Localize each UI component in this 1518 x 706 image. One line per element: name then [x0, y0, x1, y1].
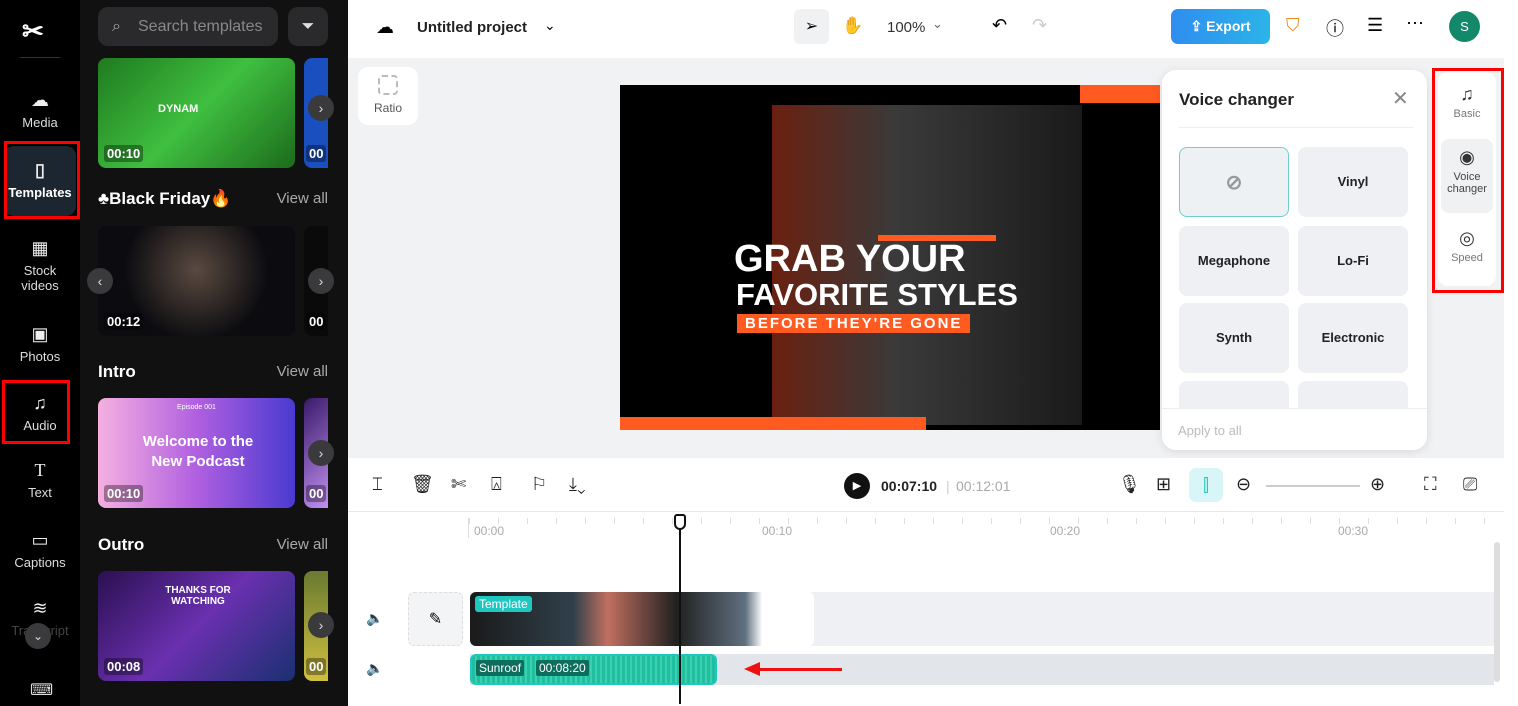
voice-changer-panel: Voice changer ✕ ⊘ Vinyl Megaphone Lo-Fi … [1162, 70, 1427, 450]
split-icon[interactable]: ⌶ [372, 474, 383, 495]
rail-item-media[interactable]: ☁ Media [4, 90, 76, 130]
preview-mode-icon[interactable]: ⎚ [1463, 474, 1477, 495]
voice-option-megaphone[interactable]: Megaphone [1179, 226, 1289, 296]
capcut-logo-icon: ✂ [22, 16, 44, 46]
zoom-out-icon[interactable]: ⊖ [1236, 474, 1251, 495]
filter-icon: ⏷ [301, 18, 315, 35]
voice-option-lofi[interactable]: Lo-Fi [1298, 226, 1408, 296]
highlight-box [1432, 68, 1504, 293]
next-arrow-button[interactable]: › [308, 95, 334, 121]
view-all-link[interactable]: View all [277, 536, 328, 553]
pencil-icon: ✎ [428, 611, 443, 628]
playhead[interactable] [679, 514, 681, 704]
apply-to-all-button[interactable]: Apply to all [1178, 423, 1242, 438]
image-icon: ▣ [31, 324, 49, 344]
redo-button[interactable]: ↷ [1032, 15, 1047, 36]
annotation-arrow-head [744, 662, 760, 676]
mute-video-icon[interactable]: 🔈 [366, 610, 383, 627]
more-icon[interactable]: ⋯ [1406, 13, 1424, 34]
select-tool-button[interactable]: ➢ [794, 9, 829, 44]
rail-item-text[interactable]: T Text [4, 460, 76, 500]
rail-item-photos[interactable]: ▣ Photos [4, 324, 76, 364]
voice-option-synth[interactable]: Synth [1179, 303, 1289, 373]
template-thumbnail[interactable]: THANKS FOR WATCHING 00:08 [98, 571, 295, 681]
prev-arrow-button[interactable]: ‹ [87, 268, 113, 294]
undo-button[interactable]: ↶ [992, 15, 1007, 36]
avatar[interactable]: S [1449, 11, 1480, 42]
cloud-upload-icon: ☁ [31, 90, 49, 110]
vertical-scrollbar[interactable] [1494, 542, 1500, 682]
rail-item-captions[interactable]: ▭ Captions [4, 530, 76, 570]
template-thumbnail[interactable]: Episode 001 Welcome to the New Podcast 00:… [98, 398, 295, 508]
mute-audio-icon[interactable]: 🔈 [366, 660, 383, 677]
text-icon: T [34, 460, 46, 480]
edit-cover-button[interactable]: ✎ [408, 592, 463, 646]
cut-icon[interactable]: ✄ [451, 474, 466, 495]
search-icon: ⌕ [112, 18, 121, 35]
cloud-saved-icon: ☁ [376, 17, 394, 37]
video-preview[interactable]: GRAB YOUR FAVORITE STYLES BEFORE THEY'RE… [620, 85, 1160, 430]
search-input[interactable]: ⌕ Search templates [98, 7, 278, 46]
rail-item-stock-videos[interactable]: ▦ Stock videos [4, 238, 76, 293]
download-icon[interactable]: ⤓⌄ [569, 474, 585, 495]
voice-option-electronic[interactable]: Electronic [1298, 303, 1408, 373]
delete-icon[interactable]: 🗑 [411, 474, 434, 495]
close-icon[interactable]: ✕ [1392, 86, 1409, 111]
playhead-handle[interactable] [674, 514, 686, 530]
video-clip[interactable]: Template [470, 592, 814, 646]
zoom-slider[interactable] [1266, 485, 1360, 487]
voice-option[interactable] [1179, 381, 1289, 408]
play-button[interactable]: ▶ [844, 473, 870, 499]
voice-option-none[interactable]: ⊘ [1179, 147, 1289, 217]
keyboard-icon[interactable]: ⌨ [30, 680, 53, 700]
ratio-icon [378, 75, 398, 95]
left-rail: ✂ ☁ Media ▯ Templates ▦ Stock videos ▣ Photo… [0, 0, 80, 706]
annotation-arrow [758, 668, 842, 671]
shield-icon[interactable]: ⛉ [1286, 15, 1300, 36]
templates-panel: ⌕ Search templates ⏷ DYNAM 00:10 00 › ♣Bla… [80, 0, 348, 706]
none-icon: ⊘ [1225, 172, 1243, 194]
hand-tool-button[interactable]: ✋ [842, 16, 863, 36]
total-time: 00:12:01 [956, 478, 1011, 494]
next-arrow-button[interactable]: › [308, 440, 334, 466]
captions-icon: ▭ [31, 530, 49, 550]
template-thumbnail[interactable]: 00:12 [98, 226, 295, 336]
auto-snap-icon[interactable]: ⊞ [1156, 474, 1171, 495]
project-title[interactable]: Untitled project [417, 19, 527, 36]
help-icon[interactable]: ⓘ [1326, 15, 1344, 41]
layers-icon[interactable]: ☰ [1367, 15, 1383, 36]
next-arrow-button[interactable]: › [308, 268, 334, 294]
expand-more-button[interactable]: ⌄ [25, 623, 51, 649]
voice-option-vinyl[interactable]: Vinyl [1298, 147, 1408, 217]
export-button[interactable]: ⇪ Export [1171, 9, 1270, 44]
flag-icon[interactable]: ⚐ [531, 474, 547, 495]
next-arrow-button[interactable]: › [308, 612, 334, 638]
filter-button[interactable]: ⏷ [288, 7, 328, 46]
transcript-icon: ≋ [32, 598, 48, 618]
fullscreen-icon[interactable]: ⛶ [1424, 474, 1437, 495]
top-bar: ☁ Untitled project ⌄ ➢ ✋ 100% ⌄ ↶ ↷ ⇪ Ex… [348, 0, 1518, 58]
ai-icon[interactable]: ⍓ [491, 474, 502, 495]
upload-icon: ⇪ [1190, 18, 1207, 34]
voice-option[interactable] [1298, 381, 1408, 408]
view-all-link[interactable]: View all [277, 363, 328, 380]
timeline-toolbar: ⌶ 🗑 ✄ ⍓ ⚐ ⤓⌄ ▶ 00:07:10 | 00:12:01 🎙 ⊞ ⫿… [348, 458, 1504, 512]
microphone-icon[interactable]: 🎙 [1118, 474, 1141, 495]
chevron-down-icon[interactable]: ⌄ [544, 17, 556, 34]
timeline: 00:00 00:10 00:20 00:30 🔈 🔈 ✎ Template S… [348, 512, 1504, 706]
view-all-link[interactable]: View all [277, 190, 328, 207]
zoom-select[interactable]: 100% [887, 19, 925, 36]
template-thumbnail[interactable]: DYNAM 00:10 [98, 58, 295, 168]
zoom-in-icon[interactable]: ⊕ [1370, 474, 1385, 495]
link-toggle-button[interactable]: ⫿ [1189, 468, 1223, 502]
film-icon: ▦ [31, 238, 49, 258]
chevron-down-icon: ⌄ [932, 16, 943, 31]
ratio-button[interactable]: Ratio [358, 67, 418, 125]
highlight-box [4, 141, 80, 219]
highlight-box [2, 380, 70, 444]
current-time: 00:07:10 [881, 478, 938, 494]
